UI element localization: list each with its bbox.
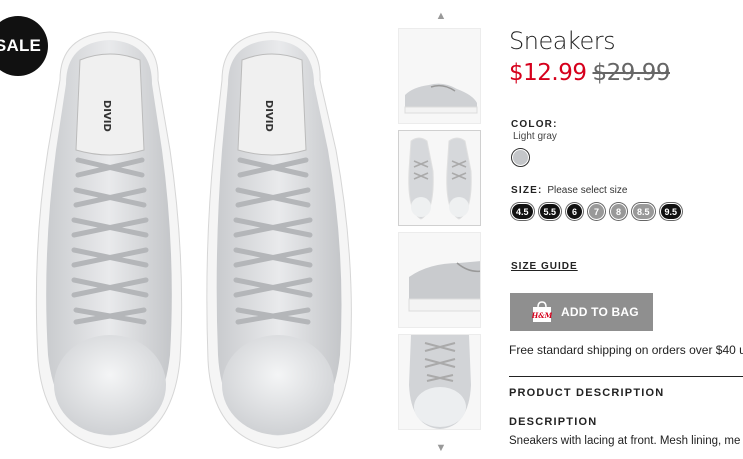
right-shoe: DIVID xyxy=(206,31,352,449)
color-label: COLOR: xyxy=(511,119,558,130)
thumbnail-heel-view[interactable] xyxy=(398,232,481,328)
left-shoe: DIVID xyxy=(35,31,183,449)
thumbnail-toe-detail-image xyxy=(409,335,471,429)
thumbnail-heel-view-image xyxy=(408,261,480,312)
price-row: $12.99 $29.99 xyxy=(509,60,670,86)
thumbnail-side-view[interactable] xyxy=(398,28,481,124)
shipping-note: Free standard shipping on orders over $4… xyxy=(509,343,743,357)
color-swatch-light-gray[interactable] xyxy=(511,148,530,167)
thumbnail-toe-detail[interactable] xyxy=(398,334,481,430)
svg-text:DIVID: DIVID xyxy=(101,100,112,132)
svg-text:DIVID: DIVID xyxy=(263,100,274,132)
product-title: Sneakers xyxy=(509,27,616,55)
sneakers-top-view-image: DIVID DIVID xyxy=(35,31,352,449)
shopping-bag-icon: H&M xyxy=(531,301,553,323)
description-heading: DESCRIPTION xyxy=(509,416,598,428)
chevron-down-icon[interactable]: ▼ xyxy=(434,442,448,454)
product-info-panel: Sneakers $12.99 $29.99 COLOR: Light gray … xyxy=(509,0,743,459)
size-option-unavailable: 8.5 xyxy=(632,203,655,220)
thumbnail-side-view-image xyxy=(404,83,478,114)
size-row: SIZE: Please select size xyxy=(511,185,627,196)
divider xyxy=(509,376,743,377)
size-option[interactable]: 4.5 xyxy=(511,203,534,220)
size-option[interactable]: 5.5 xyxy=(538,203,562,220)
thumbnail-top-view[interactable] xyxy=(398,130,481,226)
size-option-unavailable: 8 xyxy=(610,203,628,220)
sale-price: $12.99 xyxy=(509,60,587,86)
size-hint: Please select size xyxy=(547,185,628,196)
chevron-up-icon[interactable]: ▲ xyxy=(434,10,448,22)
product-description-heading[interactable]: PRODUCT DESCRIPTION xyxy=(509,387,664,399)
add-to-bag-button[interactable]: H&M ADD TO BAG xyxy=(510,293,653,331)
size-option-unavailable: 7 xyxy=(588,203,606,220)
size-options: 4.5 5.5 6 7 8 8.5 9.5 xyxy=(511,203,683,220)
svg-text:H&M: H&M xyxy=(532,311,552,320)
original-price: $29.99 xyxy=(592,60,670,86)
size-option[interactable]: 9.5 xyxy=(659,203,683,220)
swatch-fill xyxy=(513,150,528,165)
thumbnail-top-view-image xyxy=(408,137,472,220)
add-to-bag-label: ADD TO BAG xyxy=(561,305,639,319)
color-value: Light gray xyxy=(513,131,557,142)
size-guide-link[interactable]: SIZE GUIDE xyxy=(511,261,578,272)
main-product-image[interactable]: DIVID DIVID SALE xyxy=(0,0,392,459)
size-option[interactable]: 6 xyxy=(566,203,584,220)
size-label: SIZE: xyxy=(511,185,543,196)
description-text: Sneakers with lacing at front. Mesh lini… xyxy=(509,435,741,447)
